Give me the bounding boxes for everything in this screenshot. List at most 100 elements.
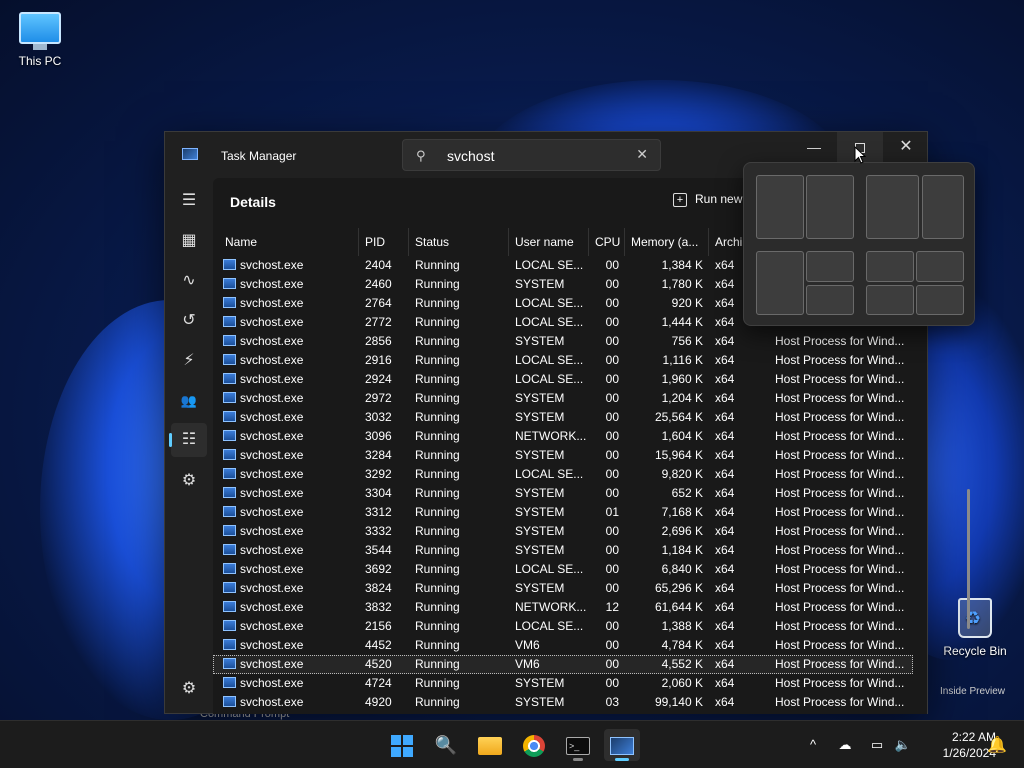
cloud-offline-icon[interactable]: ☁	[834, 721, 856, 768]
cell-name: svchost.exe	[217, 674, 359, 693]
start-button[interactable]	[384, 729, 420, 761]
snap-zone[interactable]	[866, 285, 914, 315]
process-icon	[223, 278, 236, 289]
table-row[interactable]: svchost.exe 3312 Running SYSTEM 01 7,168 K x64…	[213, 503, 913, 522]
table-row[interactable]: svchost.exe 3824 Running SYSTEM 00 65,296 K x6…	[213, 579, 913, 598]
snap-zone[interactable]	[806, 285, 854, 315]
table-row[interactable]: svchost.exe 3832 Running NETWORK... 12 61,644…	[213, 598, 913, 617]
desktop-icon-this-pc[interactable]: This PC	[0, 12, 80, 68]
process-name: svchost.exe	[240, 353, 304, 367]
process-name: svchost.exe	[240, 372, 304, 386]
column-header-cpu[interactable]: CPU	[589, 228, 625, 256]
file-explorer-button[interactable]	[472, 729, 508, 761]
table-row[interactable]: svchost.exe 4520 Running VM6 00 4,552 K x64 Hos…	[213, 655, 913, 674]
task-manager-taskbar-button[interactable]	[604, 729, 640, 761]
cell-memory: 65,296 K	[654, 581, 703, 595]
table-row[interactable]: svchost.exe 2972 Running SYSTEM 00 1,204 K x64…	[213, 389, 913, 408]
services-icon[interactable]: ⚙	[171, 464, 207, 498]
chrome-button[interactable]	[516, 729, 552, 761]
cell-status: Running	[415, 448, 460, 462]
details-icon[interactable]: ☷	[169, 423, 207, 457]
cell-cpu: 00	[605, 448, 619, 462]
table-row[interactable]: svchost.exe 3096 Running NETWORK... 00 1,604 …	[213, 427, 913, 446]
cell-user-name: LOCAL SE...	[515, 372, 584, 386]
process-icon	[223, 525, 236, 536]
snap-zone[interactable]	[756, 175, 804, 239]
cell-pid: 2856	[365, 334, 392, 348]
table-row[interactable]: svchost.exe 3692 Running LOCAL SE... 00 6,840…	[213, 560, 913, 579]
column-header-pid[interactable]: PID	[359, 228, 409, 256]
table-row[interactable]: svchost.exe 2924 Running LOCAL SE... 00 1,960…	[213, 370, 913, 389]
table-row[interactable]: svchost.exe 3544 Running SYSTEM 00 1,184 K x64…	[213, 541, 913, 560]
process-icon	[223, 335, 236, 346]
snap-zone[interactable]	[866, 175, 919, 239]
snap-zone[interactable]	[806, 251, 854, 282]
cell-name: svchost.exe	[217, 389, 359, 408]
close-button[interactable]: ✕	[883, 132, 929, 162]
process-icon	[223, 544, 236, 555]
cell-user-name: SYSTEM	[515, 410, 565, 424]
process-icon	[223, 639, 236, 650]
system-clock[interactable]: 2:22 AM 1/26/2024	[918, 729, 996, 761]
network-icon[interactable]: ▭	[866, 721, 888, 768]
process-name: svchost.exe	[240, 600, 304, 614]
cell-status: Running	[415, 524, 460, 538]
column-header-name[interactable]: Name	[217, 228, 359, 256]
snap-zone[interactable]	[866, 251, 914, 282]
desktop-icon-recycle-bin[interactable]: Recycle Bin	[935, 598, 1015, 658]
table-row[interactable]: svchost.exe 2156 Running LOCAL SE... 00 1,388…	[213, 617, 913, 636]
hamburger-menu-icon[interactable]: ☰	[171, 184, 207, 218]
table-row[interactable]: svchost.exe 4920 Running SYSTEM 03 99,140 K x6…	[213, 693, 913, 712]
snap-zone[interactable]	[806, 175, 854, 239]
cell-user-name: LOCAL SE...	[515, 562, 584, 576]
column-header-user-name[interactable]: User name	[509, 228, 589, 256]
cell-user-name: SYSTEM	[515, 524, 565, 538]
cell-memory: 1,780 K	[661, 277, 703, 291]
search-box[interactable]: ⚲ ✕	[402, 139, 661, 171]
table-row[interactable]: svchost.exe 3292 Running LOCAL SE... 00 9,820…	[213, 465, 913, 484]
column-header-status[interactable]: Status	[409, 228, 509, 256]
run-new-task-button[interactable]: + Run new	[673, 192, 742, 207]
table-row[interactable]: svchost.exe 3304 Running SYSTEM 00 652 K x64 Ho…	[213, 484, 913, 503]
column-header-memory[interactable]: Memory (a...	[625, 228, 709, 256]
cell-status: Running	[415, 657, 460, 671]
snap-zone[interactable]	[916, 285, 964, 315]
table-row[interactable]: svchost.exe 2916 Running LOCAL SE... 00 1,116…	[213, 351, 913, 370]
cell-status: Running	[415, 638, 460, 652]
cell-arch: x64	[715, 695, 735, 709]
process-icon	[223, 259, 236, 270]
clear-search-icon[interactable]: ✕	[636, 146, 648, 163]
snap-zone[interactable]	[916, 251, 964, 282]
snap-zone[interactable]	[922, 175, 964, 239]
clock-date: 1/26/2024	[942, 746, 996, 760]
startup-apps-icon[interactable]: ⚡	[171, 344, 207, 378]
app-history-icon[interactable]: ↺	[171, 304, 207, 338]
cell-arch: x64	[715, 600, 735, 614]
cell-cpu: 00	[605, 353, 619, 367]
snap-zone[interactable]	[756, 251, 804, 315]
cell-user-name: SYSTEM	[515, 448, 565, 462]
settings-icon[interactable]: ⚙	[171, 672, 207, 706]
vertical-scrollbar[interactable]	[967, 489, 970, 629]
table-row[interactable]: svchost.exe 3032 Running SYSTEM 00 25,564 K x6…	[213, 408, 913, 427]
terminal-button[interactable]: >_	[560, 729, 596, 761]
table-row[interactable]: svchost.exe 3332 Running SYSTEM 00 2,696 K x64…	[213, 522, 913, 541]
performance-icon[interactable]: ∿	[171, 264, 207, 298]
folder-icon	[478, 737, 502, 756]
minimize-button[interactable]: —	[791, 132, 837, 162]
cell-name: svchost.exe	[217, 579, 359, 598]
processes-icon[interactable]: ▦	[171, 224, 207, 258]
search-input[interactable]	[447, 146, 627, 166]
notification-bell-icon[interactable]: 🔔	[987, 735, 1007, 755]
users-icon[interactable]: 👥	[171, 384, 207, 418]
table-row[interactable]: svchost.exe 2856 Running SYSTEM 00 756 K x64 Ho…	[213, 332, 913, 351]
show-hidden-icons-button[interactable]: ^	[802, 721, 824, 768]
taskbar-search-button[interactable]: 🔍	[428, 729, 464, 761]
table-row[interactable]: svchost.exe 4724 Running SYSTEM 00 2,060 K x64…	[213, 674, 913, 693]
volume-muted-icon[interactable]: 🔈	[892, 721, 914, 768]
cell-memory: 61,644 K	[654, 600, 703, 614]
table-row[interactable]: svchost.exe 4452 Running VM6 00 4,784 K x64 Hos…	[213, 636, 913, 655]
cell-description: Host Process for Wind...	[775, 543, 905, 557]
table-row[interactable]: svchost.exe 3284 Running SYSTEM 00 15,964 K x6…	[213, 446, 913, 465]
cell-name: svchost.exe	[217, 294, 359, 313]
